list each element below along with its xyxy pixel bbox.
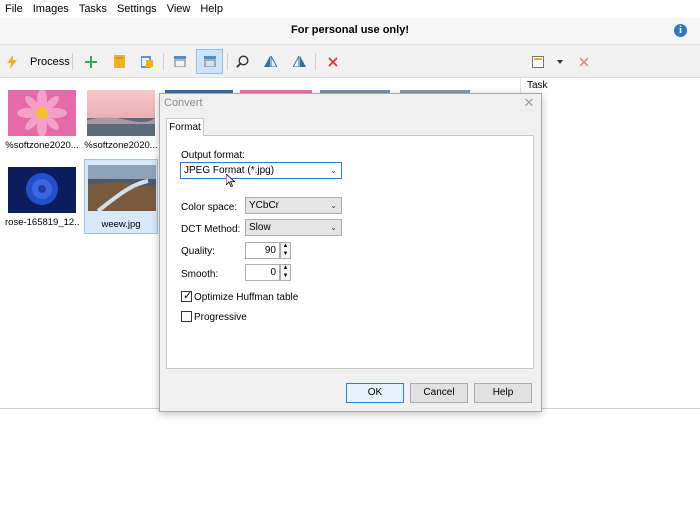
ok-button[interactable]: OK (346, 383, 404, 403)
stepper-up-icon[interactable]: ▲ (281, 265, 290, 272)
thumbnail-item-selected[interactable]: weew.jpg (84, 159, 158, 234)
smooth-input[interactable]: 0 (245, 264, 280, 281)
flip-vertical-button[interactable] (259, 49, 281, 74)
stepper-down-icon[interactable]: ▼ (281, 251, 290, 258)
sunset-beach-image (87, 90, 155, 136)
chevron-down-icon: ⌄ (330, 201, 337, 210)
view-thumbnails-button[interactable] (196, 49, 223, 74)
toolbar-separator (72, 53, 73, 70)
task-panel-label: Task (527, 80, 548, 91)
close-panel-button[interactable] (573, 49, 595, 74)
help-button[interactable]: Help (474, 383, 532, 403)
add-icon (85, 55, 97, 68)
banner-text: For personal use only! (291, 24, 409, 36)
thumbnail-caption: %softzone2020... (84, 140, 158, 151)
toolbar-separator (315, 53, 316, 70)
smooth-stepper[interactable]: ▲ ▼ (280, 264, 291, 281)
thumbnail-caption: rose-165819_12... (5, 217, 79, 228)
tab-format[interactable]: Format (166, 118, 204, 136)
quality-stepper[interactable]: ▲ ▼ (280, 242, 291, 259)
license-banner: For personal use only! i (0, 18, 700, 45)
output-format-select[interactable]: JPEG Format (*.jpg) ⌄ (180, 162, 342, 179)
menu-images[interactable]: Images (28, 0, 74, 18)
progressive-checkbox[interactable] (181, 311, 192, 322)
thumbnail-caption: weew.jpg (101, 219, 141, 230)
menu-tasks[interactable]: Tasks (74, 0, 112, 18)
paste-icon (140, 55, 154, 68)
flip-horizontal-button[interactable] (288, 49, 310, 74)
toolbar: Process (0, 45, 700, 78)
blue-rose-image (8, 167, 76, 213)
chevron-down-icon: ⌄ (330, 223, 337, 232)
close-icon (579, 57, 589, 67)
optimize-huffman-label[interactable]: Optimize Huffman table (194, 292, 298, 303)
zoom-icon (235, 55, 249, 68)
quality-label: Quality: (181, 246, 215, 257)
flip-vertical-icon (263, 56, 277, 67)
optimize-huffman-checkbox[interactable]: ✓ (181, 290, 193, 302)
dropdown-icon (557, 59, 563, 64)
color-space-select[interactable]: YCbCr ⌄ (245, 197, 342, 214)
color-space-value: YCbCr (249, 200, 280, 211)
checkmark-icon: ✓ (183, 290, 193, 302)
thumbnail-item[interactable]: %softzone2020... (5, 87, 79, 159)
open-folder-button[interactable] (108, 49, 130, 74)
stepper-down-icon[interactable]: ▼ (281, 273, 290, 280)
thumbnail-item[interactable]: rose-165819_12... (5, 164, 79, 236)
menu-help[interactable]: Help (195, 0, 228, 18)
menu-view[interactable]: View (162, 0, 196, 18)
delete-icon (328, 56, 338, 67)
dct-method-label: DCT Method: (181, 224, 241, 235)
task-panel: Task (520, 78, 700, 408)
chevron-down-icon: ⌄ (330, 166, 337, 175)
view-list-button[interactable] (169, 49, 191, 74)
thumbnail-caption: %softzone2020... (5, 140, 79, 151)
stepper-up-icon[interactable]: ▲ (281, 243, 290, 250)
mouse-cursor-icon (225, 173, 236, 190)
close-icon[interactable]: ✕ (522, 96, 536, 110)
color-space-label: Color space: (181, 202, 238, 213)
panel-icon (532, 55, 544, 68)
delete-button[interactable] (322, 49, 344, 74)
info-icon[interactable]: i (674, 24, 687, 37)
flip-horizontal-icon (292, 56, 306, 67)
river-valley-image (88, 165, 156, 211)
cancel-button[interactable]: Cancel (410, 383, 468, 403)
folder-icon (113, 55, 125, 68)
dct-method-select[interactable]: Slow ⌄ (245, 219, 342, 236)
paste-button[interactable] (136, 49, 158, 74)
toolbar-separator (163, 53, 164, 70)
convert-dialog: Convert ✕ Format Output format: JPEG For… (159, 93, 542, 412)
menu-settings[interactable]: Settings (112, 0, 162, 18)
quality-input[interactable]: 90 (245, 242, 280, 259)
add-images-button[interactable] (80, 49, 102, 74)
panel-toggle-button[interactable] (527, 49, 549, 74)
dct-method-value: Slow (249, 222, 271, 233)
toolbar-separator (227, 53, 228, 70)
panel-dropdown-button[interactable] (553, 49, 567, 74)
zoom-button[interactable] (231, 49, 253, 74)
process-label: Process (30, 55, 70, 68)
view-list-icon (174, 56, 186, 67)
menu-file[interactable]: File (0, 0, 28, 18)
dialog-title: Convert (164, 97, 203, 109)
progressive-label[interactable]: Progressive (194, 312, 247, 323)
lightning-icon (6, 54, 18, 69)
view-thumbs-icon (203, 56, 216, 67)
smooth-label: Smooth: (181, 269, 219, 280)
pink-flower-image (8, 90, 76, 136)
menu-bar: File Images Tasks Settings View Help (0, 0, 700, 18)
process-button[interactable]: Process (6, 49, 70, 74)
output-format-label: Output format: (181, 150, 245, 161)
thumbnail-item[interactable]: %softzone2020... (84, 87, 158, 159)
